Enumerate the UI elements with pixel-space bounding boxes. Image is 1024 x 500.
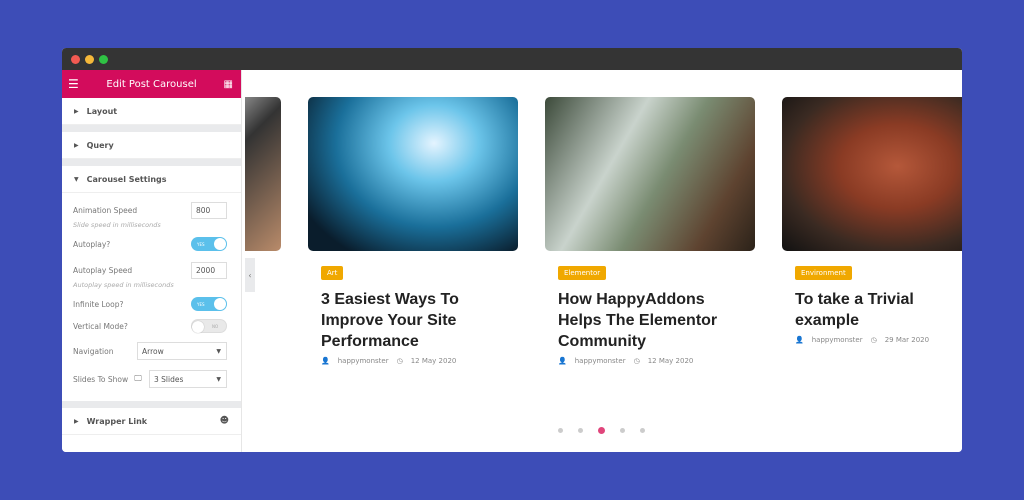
browser-window: ☰ Edit Post Carousel ▦ ▶ Layout ▶ Query ▼ C… [62, 48, 962, 452]
infinite-loop-row: Infinite Loop? YES [62, 293, 241, 315]
autoplay-row: Autoplay? YES [62, 233, 241, 255]
post-title[interactable]: To take a Trivial example [795, 289, 962, 331]
clock-icon: ◷ [633, 357, 640, 365]
vertical-mode-toggle[interactable]: NO [191, 319, 227, 333]
user-icon: 👤 [321, 357, 330, 365]
pagination-dot[interactable] [558, 428, 563, 433]
pagination-dot[interactable] [578, 428, 583, 433]
section-label: Wrapper Link [86, 416, 148, 426]
happyaddons-icon: ☻ [219, 416, 229, 426]
user-icon: 👤 [558, 357, 567, 365]
field-hint: Slide speed in milliseconds [73, 221, 161, 229]
caret-down-icon: ▼ [74, 175, 79, 183]
field-label: Autoplay? [73, 239, 111, 249]
post-author[interactable]: happymonster [575, 357, 626, 365]
pagination-dot[interactable] [598, 427, 605, 434]
slides-to-show-select[interactable]: 3 Slides ▼ [149, 370, 227, 388]
clock-icon: ◷ [396, 357, 403, 365]
section-label: Layout [86, 106, 118, 116]
post-title[interactable]: How HappyAddons Helps The Elementor Comm… [558, 289, 742, 352]
post-author[interactable]: happymonster [338, 357, 389, 365]
navigation-row: Navigation Arrow ▼ [62, 337, 241, 365]
field-label: Animation Speed [73, 205, 138, 215]
chevron-down-icon: ▼ [216, 347, 221, 355]
navigation-select[interactable]: Arrow ▼ [137, 342, 227, 360]
post-date: 12 May 2020 [410, 357, 457, 365]
category-badge[interactable]: Environment [795, 266, 852, 280]
infinite-loop-toggle[interactable]: YES [191, 297, 227, 311]
post-date: 12 May 2020 [647, 357, 694, 365]
section-layout[interactable]: ▶ Layout [62, 98, 241, 125]
section-query[interactable]: ▶ Query [62, 132, 241, 159]
category-badge[interactable]: Elementor [558, 266, 607, 280]
section-label: Carousel Settings [86, 174, 167, 184]
post-card[interactable]: Environment To take a Trivial example 👤 h… [782, 97, 962, 344]
post-image[interactable] [545, 97, 755, 251]
preview-area: ‹ Art 3 Easiest Ways To Improve Your Sit… [245, 70, 962, 452]
category-badge[interactable]: Art [321, 266, 344, 280]
field-label: Vertical Mode? [73, 321, 128, 331]
slides-to-show-row: Slides To Show 🖵 3 Slides ▼ [62, 365, 241, 393]
panel-header: ☰ Edit Post Carousel ▦ [62, 70, 241, 98]
pagination-dot[interactable] [640, 428, 645, 433]
animation-speed-row: Animation Speed 800 [62, 199, 241, 221]
autoplay-speed-input[interactable]: 2000 [191, 261, 227, 279]
post-image[interactable] [245, 97, 281, 251]
minimize-dot[interactable] [85, 55, 94, 64]
user-icon: 👤 [795, 336, 804, 344]
autoplay-speed-row: Autoplay Speed 2000 [62, 259, 241, 281]
clock-icon: ◷ [870, 336, 877, 344]
autoplay-toggle[interactable]: YES [191, 237, 227, 251]
editor-panel: ☰ Edit Post Carousel ▦ ▶ Layout ▶ Query ▼ C… [62, 70, 242, 452]
title-bar [62, 48, 962, 70]
field-label: Slides To Show [73, 374, 129, 384]
vertical-mode-row: Vertical Mode? NO [62, 315, 241, 337]
section-carousel-settings[interactable]: ▼ Carousel Settings [62, 166, 241, 193]
caret-right-icon: ▶ [74, 141, 79, 149]
field-hint: Autoplay speed in milliseconds [73, 281, 174, 289]
post-card[interactable]: Elementor How HappyAddons Helps The Elem… [545, 97, 755, 365]
field-label: Autoplay Speed [73, 265, 133, 275]
post-date: 29 Mar 2020 [884, 336, 930, 344]
post-author[interactable]: happymonster [812, 336, 863, 344]
caret-right-icon: ▶ [74, 107, 79, 115]
pagination-dot[interactable] [620, 428, 625, 433]
collapse-panel-button[interactable]: ‹ [245, 258, 255, 292]
post-image[interactable] [782, 97, 962, 251]
field-label: Infinite Loop? [73, 299, 124, 309]
field-label: Navigation [73, 346, 114, 356]
panel-title: Edit Post Carousel [106, 78, 197, 90]
post-image[interactable] [308, 97, 518, 251]
post-card[interactable]: Art 3 Easiest Ways To Improve Your Site … [308, 97, 518, 365]
section-wrapper-link[interactable]: ▶ Wrapper Link ☻ [62, 408, 241, 435]
carousel-pagination [558, 427, 645, 434]
maximize-dot[interactable] [99, 55, 108, 64]
hamburger-icon[interactable]: ☰ [68, 77, 79, 91]
grid-icon[interactable]: ▦ [224, 79, 233, 90]
close-dot[interactable] [71, 55, 80, 64]
section-label: Query [86, 140, 114, 150]
post-title[interactable]: 3 Easiest Ways To Improve Your Site Perf… [321, 289, 505, 352]
animation-speed-input[interactable]: 800 [191, 201, 227, 219]
desktop-icon[interactable]: 🖵 [134, 374, 142, 384]
chevron-down-icon: ▼ [216, 375, 221, 383]
post-card-partial[interactable] [245, 97, 281, 251]
caret-right-icon: ▶ [74, 417, 79, 425]
